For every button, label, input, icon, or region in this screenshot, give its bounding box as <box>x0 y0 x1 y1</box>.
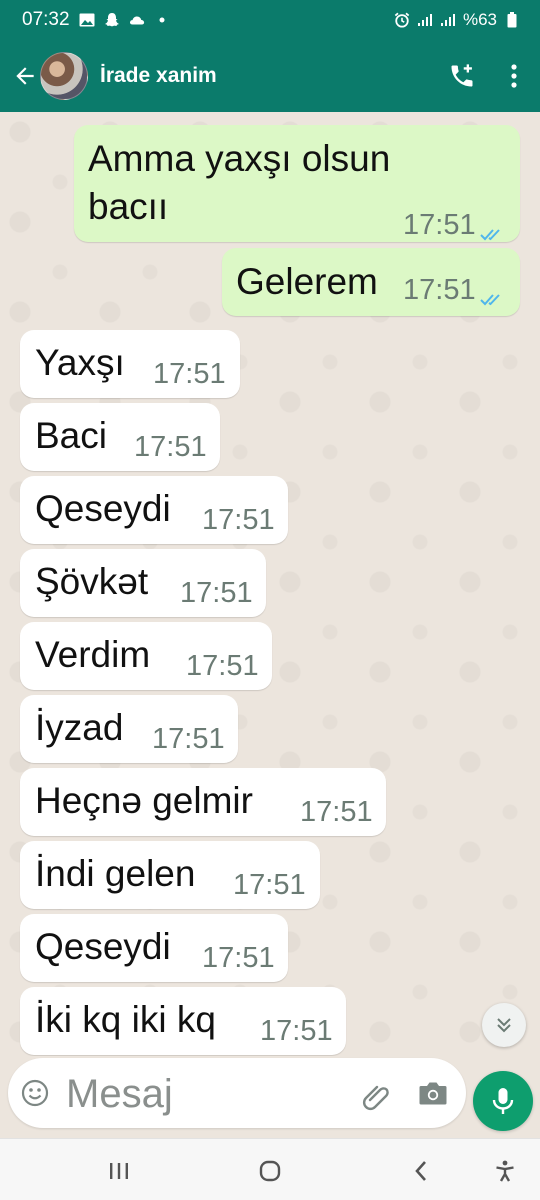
message-text: Yaxşı <box>35 342 125 383</box>
read-ticks-icon <box>479 283 506 305</box>
camera-icon[interactable] <box>418 1080 450 1112</box>
message-bubble-outgoing[interactable]: Gelerem 17:51 <box>222 248 520 316</box>
dot-icon <box>154 12 170 28</box>
message-bubble-incoming[interactable]: İki kq iki kq 17:51 <box>20 987 346 1055</box>
emoji-icon[interactable] <box>20 1078 52 1110</box>
message-composer <box>8 1058 466 1128</box>
image-icon <box>79 12 95 28</box>
message-time: 17:51 <box>233 869 306 901</box>
signal-icon <box>417 12 433 28</box>
attach-icon[interactable] <box>360 1080 392 1112</box>
message-text: Heçnə gelmir <box>35 780 253 821</box>
contact-name[interactable]: İrade xanim <box>100 64 217 88</box>
alarm-icon <box>394 12 410 28</box>
add-call-icon[interactable] <box>436 50 488 102</box>
message-time: 17:51 <box>202 504 275 536</box>
message-text: Gelerem <box>236 261 378 302</box>
message-text: Şövkət <box>35 561 149 602</box>
chat-header: İrade xanim <box>0 40 540 112</box>
battery-icon <box>504 12 520 28</box>
chevron-double-down-icon[interactable] <box>482 1003 526 1047</box>
system-nav-bar <box>0 1138 540 1200</box>
message-bubble-incoming[interactable]: Qeseydi 17:51 <box>20 476 288 544</box>
message-text: İndi gelen <box>35 853 196 894</box>
message-text: İki kq iki kq <box>35 999 216 1040</box>
chat-area[interactable]: Amma yaxşı olsun bacıı 17:51 Gelerem 17:… <box>0 112 540 1056</box>
message-bubble-incoming[interactable]: Yaxşı 17:51 <box>20 330 240 398</box>
signal-icon <box>440 12 456 28</box>
message-text: Qeseydi <box>35 926 171 967</box>
message-text: Amma yaxşı olsun <box>88 138 391 179</box>
message-bubble-incoming[interactable]: İyzad 17:51 <box>20 695 238 763</box>
avatar[interactable] <box>40 52 88 100</box>
message-bubble-outgoing[interactable]: Amma yaxşı olsun bacıı 17:51 <box>74 125 520 242</box>
message-text: İyzad <box>35 707 124 748</box>
message-text: Verdim <box>35 634 151 675</box>
message-time: 17:51 <box>403 274 476 306</box>
message-time: 17:51 <box>153 358 226 390</box>
home-icon[interactable] <box>252 1153 288 1189</box>
accessibility-icon[interactable] <box>487 1153 523 1189</box>
message-text: bacıı <box>88 186 169 227</box>
message-bubble-incoming[interactable]: İndi gelen 17:51 <box>20 841 320 909</box>
message-input[interactable] <box>64 1066 348 1122</box>
message-text: Baci <box>35 415 107 456</box>
message-time: 17:51 <box>152 723 225 755</box>
message-time: 17:51 <box>134 431 207 463</box>
status-bar: 07:32 %63 <box>0 0 540 40</box>
message-bubble-incoming[interactable]: Qeseydi 17:51 <box>20 914 288 982</box>
message-time: 17:51 <box>180 577 253 609</box>
cloud-icon <box>129 12 145 28</box>
recent-apps-icon[interactable] <box>101 1153 137 1189</box>
message-time: 17:51 <box>186 650 259 682</box>
more-vert-icon[interactable] <box>488 50 540 102</box>
message-text: Qeseydi <box>35 488 171 529</box>
back-icon[interactable] <box>403 1153 439 1189</box>
message-bubble-incoming[interactable]: Baci 17:51 <box>20 403 220 471</box>
message-time: 17:51 <box>260 1015 333 1047</box>
message-bubble-incoming[interactable]: Şövkət 17:51 <box>20 549 266 617</box>
message-bubble-incoming[interactable]: Verdim 17:51 <box>20 622 272 690</box>
status-time: 07:32 <box>22 9 70 30</box>
snapchat-icon <box>104 12 120 28</box>
message-time: 17:51 <box>403 209 476 241</box>
message-bubble-incoming[interactable]: Heçnə gelmir 17:51 <box>20 768 386 836</box>
message-time: 17:51 <box>300 796 373 828</box>
mic-icon[interactable] <box>473 1071 533 1131</box>
back-arrow-icon[interactable] <box>6 52 44 100</box>
read-ticks-icon <box>479 218 506 240</box>
battery-percent: %63 <box>462 10 497 29</box>
message-time: 17:51 <box>202 942 275 974</box>
